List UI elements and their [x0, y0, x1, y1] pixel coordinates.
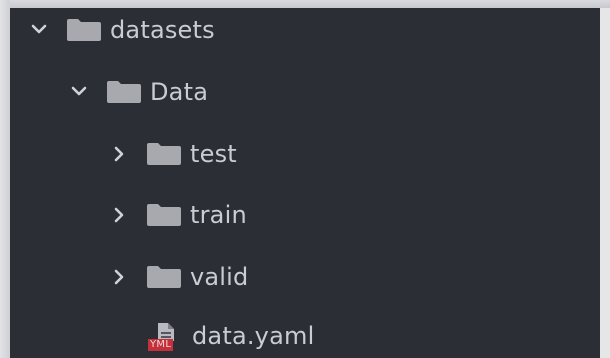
chevron-right-icon[interactable] [110, 145, 128, 163]
tree-item-data-yaml[interactable]: YML data.yaml [10, 314, 610, 358]
screenshot-stage: datasets Data test train valid YML data.… [0, 0, 610, 358]
folder-icon [106, 81, 142, 103]
folder-icon [146, 266, 182, 288]
chevron-down-icon[interactable] [70, 83, 88, 101]
tree-item-label: data.yaml [192, 322, 315, 350]
folder-icon [146, 204, 182, 226]
file-explorer-panel: datasets Data test train valid YML data.… [10, 8, 600, 358]
chevron-right-icon[interactable] [110, 268, 128, 286]
edge-left [0, 0, 10, 358]
tree-item-label: train [190, 201, 247, 229]
yml-badge: YML [148, 339, 174, 351]
edge-top [0, 0, 610, 8]
folder-icon [66, 19, 102, 41]
yaml-file-icon: YML [148, 321, 184, 351]
tree-item-label: valid [190, 263, 249, 291]
tree-item-label: Data [150, 78, 209, 106]
tree-item-data-folder[interactable]: Data [10, 70, 610, 114]
tree-item-label: test [190, 140, 237, 168]
chevron-right-icon[interactable] [110, 206, 128, 224]
tree-item-label: datasets [110, 16, 215, 44]
tree-item-train[interactable]: train [10, 193, 610, 237]
chevron-down-icon[interactable] [30, 21, 48, 39]
tree-item-datasets[interactable]: datasets [10, 8, 610, 52]
folder-icon [146, 143, 182, 165]
tree-item-test[interactable]: test [10, 132, 610, 176]
tree-item-valid[interactable]: valid [10, 255, 610, 299]
